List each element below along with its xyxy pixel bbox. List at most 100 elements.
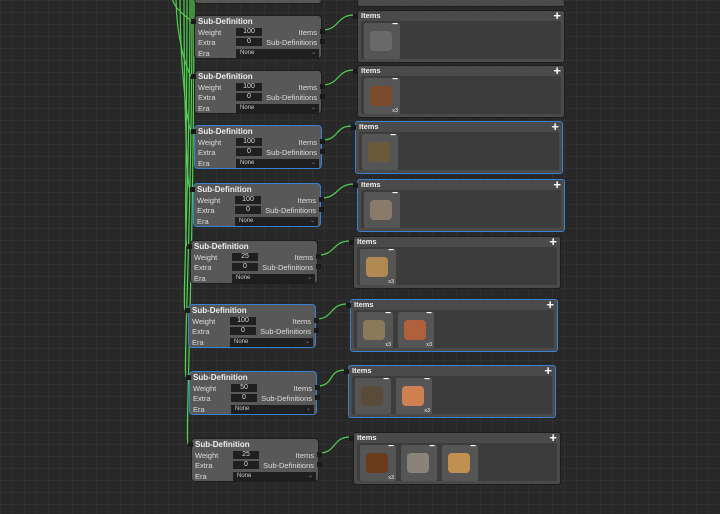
weight-input[interactable]: 25	[232, 253, 258, 261]
items-output-port[interactable]	[315, 385, 320, 390]
item-slot[interactable]: −	[442, 445, 478, 481]
item-slot[interactable]: − x3	[396, 378, 432, 414]
items-panel[interactable]: Items + − x3 − x3	[350, 299, 558, 352]
remove-item-button[interactable]: −	[388, 441, 394, 452]
sub-definitions-output-port[interactable]	[315, 395, 320, 400]
remove-item-button[interactable]: −	[426, 308, 432, 319]
chevron-down-icon: ⌄	[306, 405, 311, 414]
items-output-port[interactable]	[320, 84, 325, 89]
remove-item-button[interactable]: −	[392, 188, 398, 199]
item-slot[interactable]: − x3	[357, 312, 393, 348]
items-output-port[interactable]	[316, 254, 321, 259]
weight-input[interactable]: 25	[233, 451, 259, 459]
input-port[interactable]	[346, 303, 351, 308]
extra-input[interactable]: 0	[235, 206, 261, 214]
items-output-port[interactable]	[320, 139, 325, 144]
extra-input[interactable]: 0	[236, 148, 262, 156]
weight-input[interactable]: 100	[236, 28, 262, 36]
items-panel[interactable]: Items + −	[355, 121, 563, 174]
item-slot[interactable]: − x3	[360, 445, 396, 481]
input-port[interactable]	[349, 436, 354, 441]
input-port[interactable]	[191, 19, 196, 24]
remove-item-button[interactable]: −	[388, 245, 394, 256]
extra-input[interactable]: 0	[233, 461, 259, 469]
item-slot[interactable]: −	[355, 378, 391, 414]
item-slot[interactable]: −	[364, 23, 400, 59]
sub-definition-node-partial[interactable]	[194, 0, 322, 4]
remove-item-button[interactable]: −	[429, 441, 435, 452]
era-dropdown[interactable]: None⌄	[235, 217, 318, 226]
items-panel[interactable]: Items + −	[357, 10, 565, 63]
era-dropdown[interactable]: None⌄	[236, 159, 319, 168]
sub-definition-node[interactable]: Sub-Definition Weight 25 Items Extra 0 S…	[191, 438, 319, 482]
sub-definition-node[interactable]: Sub-Definition Weight 25 Items Extra 0 S…	[190, 240, 318, 284]
input-port[interactable]	[353, 183, 358, 188]
items-output-port[interactable]	[314, 318, 319, 323]
weight-input[interactable]: 100	[230, 317, 256, 325]
input-port[interactable]	[353, 69, 358, 74]
input-port[interactable]	[186, 375, 191, 380]
sub-definition-node[interactable]: Sub-Definition Weight 100 Items Extra 0 …	[193, 183, 321, 227]
extra-input[interactable]: 0	[232, 263, 258, 271]
input-port[interactable]	[351, 125, 356, 130]
item-slot[interactable]: − x3	[360, 249, 396, 285]
item-slot[interactable]: − x3	[398, 312, 434, 348]
weight-input[interactable]: 100	[236, 138, 262, 146]
extra-input[interactable]: 0	[230, 327, 256, 335]
items-panel[interactable]: Items + − − x3	[348, 365, 556, 418]
input-port[interactable]	[190, 187, 195, 192]
input-port[interactable]	[344, 369, 349, 374]
items-output-port[interactable]	[317, 452, 322, 457]
input-port[interactable]	[353, 14, 358, 19]
era-dropdown[interactable]: None⌄	[231, 405, 314, 414]
remove-item-button[interactable]: −	[470, 441, 476, 452]
sub-definitions-output-port[interactable]	[320, 39, 325, 44]
remove-item-button[interactable]: −	[385, 308, 391, 319]
items-output-port[interactable]	[320, 29, 325, 34]
items-panel[interactable]: Items + − x3	[357, 65, 565, 118]
sub-definitions-output-port[interactable]	[316, 264, 321, 269]
input-port[interactable]	[185, 308, 190, 313]
weight-input[interactable]: 50	[231, 384, 257, 392]
input-port[interactable]	[191, 74, 196, 79]
items-panel[interactable]: Items + −	[357, 179, 565, 232]
item-slot[interactable]: − x3	[364, 78, 400, 114]
era-dropdown[interactable]: None⌄	[236, 104, 319, 113]
era-dropdown[interactable]: None⌄	[232, 274, 315, 283]
remove-item-button[interactable]: −	[392, 74, 398, 85]
sub-definition-node[interactable]: Sub-Definition Weight 50 Items Extra 0 S…	[189, 371, 317, 415]
era-dropdown[interactable]: None⌄	[233, 472, 316, 481]
items-panel[interactable]: Items + − x3	[353, 236, 561, 289]
items-output-port[interactable]	[319, 197, 324, 202]
input-port[interactable]	[188, 442, 193, 447]
weight-input[interactable]: 100	[236, 83, 262, 91]
remove-item-button[interactable]: −	[392, 19, 398, 30]
weight-input[interactable]: 100	[235, 196, 261, 204]
extra-input[interactable]: 0	[236, 38, 262, 46]
input-port[interactable]	[187, 244, 192, 249]
extra-input[interactable]: 0	[231, 394, 257, 402]
items-output-label: Items	[299, 138, 317, 147]
item-slot[interactable]: −	[362, 134, 398, 170]
sub-definition-node[interactable]: Sub-Definition Weight 100 Items Extra 0 …	[188, 304, 316, 348]
input-port[interactable]	[349, 240, 354, 245]
input-port[interactable]	[191, 129, 196, 134]
sub-definition-node[interactable]: Sub-Definition Weight 100 Items Extra 0 …	[194, 70, 322, 114]
item-slot[interactable]: −	[401, 445, 437, 481]
sub-definitions-output-port[interactable]	[320, 149, 325, 154]
era-dropdown[interactable]: None⌄	[236, 49, 319, 58]
items-panel-partial[interactable]	[357, 0, 565, 7]
sub-definitions-output-port[interactable]	[314, 328, 319, 333]
sub-definitions-output-port[interactable]	[317, 462, 322, 467]
era-dropdown[interactable]: None⌄	[230, 338, 313, 347]
sub-definition-node[interactable]: Sub-Definition Weight 100 Items Extra 0 …	[194, 15, 322, 59]
sub-definition-node[interactable]: Sub-Definition Weight 100 Items Extra 0 …	[194, 125, 322, 169]
items-panel[interactable]: Items + − x3 − −	[353, 432, 561, 485]
remove-item-button[interactable]: −	[390, 130, 396, 141]
remove-item-button[interactable]: −	[383, 374, 389, 385]
remove-item-button[interactable]: −	[424, 374, 430, 385]
sub-definitions-output-port[interactable]	[320, 94, 325, 99]
sub-definitions-output-port[interactable]	[319, 207, 324, 212]
extra-input[interactable]: 0	[236, 93, 262, 101]
item-slot[interactable]: −	[364, 192, 400, 228]
